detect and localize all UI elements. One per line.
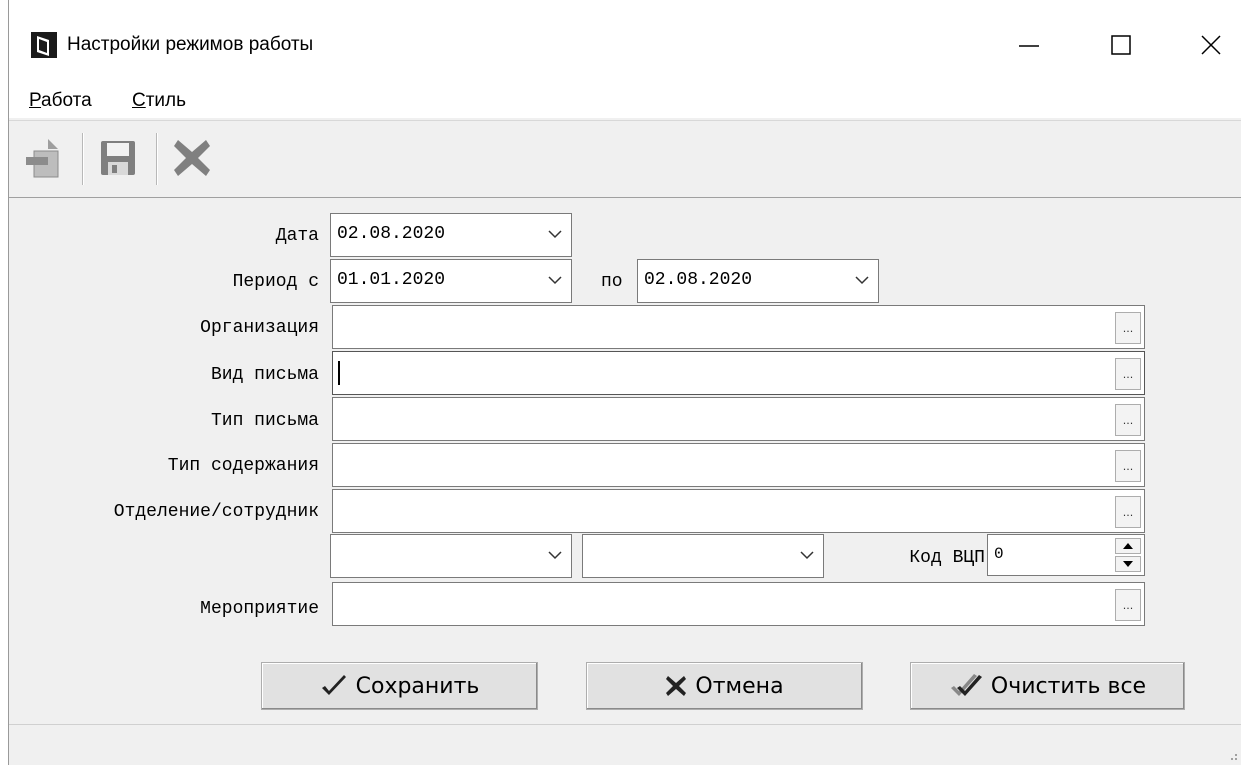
chevron-down-icon [548, 551, 562, 560]
organization-browse-button[interactable]: ... [1115, 312, 1141, 344]
letter-kind-field[interactable]: ... [332, 351, 1145, 395]
spin-down-button[interactable] [1115, 556, 1141, 572]
date-label: Дата [275, 226, 319, 246]
menu-work-label: абота [41, 90, 92, 111]
letter-type-browse-button[interactable]: ... [1115, 404, 1141, 436]
window-title: Настройки режимов работы [67, 34, 314, 55]
chevron-down-icon [548, 230, 562, 239]
menu-bar: Работа Стиль [9, 84, 1241, 118]
period-to-label: по [601, 272, 623, 292]
clear-all-button[interactable]: Очистить все [910, 662, 1185, 710]
triangle-down-icon [1123, 561, 1133, 567]
save-button[interactable]: Сохранить [261, 662, 538, 710]
spin-up-button[interactable] [1115, 538, 1141, 554]
period-from-label: Период с [232, 272, 319, 292]
event-label: Мероприятие [200, 599, 319, 619]
delete-icon [174, 140, 210, 176]
save-toolbar-button[interactable] [93, 133, 143, 183]
new-record-button[interactable] [19, 133, 69, 183]
department-field[interactable]: ... [332, 489, 1145, 533]
content-type-browse-button[interactable]: ... [1115, 450, 1141, 482]
status-bar [9, 724, 1241, 765]
letter-type-field[interactable]: ... [332, 397, 1145, 441]
department-browse-button[interactable]: ... [1115, 496, 1141, 528]
text-caret [338, 361, 340, 385]
vcp-label: Код ВЦП [909, 548, 985, 568]
period-from-combo[interactable]: 01.01.2020 [330, 259, 572, 303]
toolbar-separator [156, 133, 158, 185]
cross-icon [666, 676, 687, 696]
content-type-field[interactable]: ... [332, 443, 1145, 487]
chevron-down-icon [800, 551, 814, 560]
chevron-down-icon [855, 276, 869, 285]
settings-window: Настройки режимов работы Работа Стиль Да… [8, 0, 1241, 765]
close-button[interactable] [1181, 22, 1241, 68]
double-checkmark-icon [950, 674, 982, 696]
clear-all-button-label: Очистить все [990, 673, 1147, 699]
new-record-icon [26, 139, 59, 178]
event-browse-button[interactable]: ... [1115, 589, 1141, 621]
department-label: Отделение/сотрудник [113, 502, 319, 522]
chevron-down-icon [548, 276, 562, 285]
cancel-button-label: Отмена [695, 673, 784, 699]
filter-combo-1[interactable] [330, 534, 572, 578]
date-combo[interactable]: 02.08.2020 [330, 213, 572, 257]
menu-work-accel: Р [29, 90, 42, 111]
delete-toolbar-button[interactable] [167, 133, 217, 183]
maximize-icon [1111, 35, 1131, 55]
close-icon [1201, 35, 1221, 55]
minimize-button[interactable] [999, 22, 1059, 68]
letter-kind-browse-button[interactable]: ... [1115, 358, 1141, 390]
save-icon [101, 141, 135, 175]
period-from-value: 01.01.2020 [337, 270, 446, 290]
toolbar [9, 120, 1241, 198]
period-to-combo[interactable]: 02.08.2020 [637, 259, 879, 303]
vcp-spinner[interactable]: 0 [987, 534, 1145, 576]
filter-combo-2[interactable] [582, 534, 824, 578]
event-field[interactable]: ... [332, 582, 1145, 626]
organization-label: Организация [200, 318, 319, 338]
letter-type-label: Тип письма [210, 411, 319, 431]
app-icon [31, 32, 57, 58]
triangle-up-icon [1123, 543, 1133, 549]
vcp-value: 0 [994, 545, 1004, 563]
letter-kind-label: Вид письма [210, 365, 319, 385]
menu-style-accel: С [132, 90, 146, 111]
organization-field[interactable]: ... [332, 305, 1145, 349]
minimize-icon [1019, 45, 1039, 47]
resize-grip-icon[interactable] [1226, 749, 1238, 761]
title-bar: Настройки режимов работы [9, 0, 1241, 84]
checkmark-icon [321, 675, 346, 695]
content-type-label: Тип содержания [167, 456, 319, 476]
toolbar-separator [82, 133, 84, 185]
save-button-label: Сохранить [355, 673, 480, 699]
menu-style[interactable]: Стиль [132, 88, 186, 114]
date-value: 02.08.2020 [337, 224, 446, 244]
maximize-button[interactable] [1091, 22, 1151, 68]
period-to-value: 02.08.2020 [644, 270, 753, 290]
menu-work[interactable]: Работа [29, 88, 92, 114]
menu-style-label: тиль [145, 90, 187, 111]
cancel-button[interactable]: Отмена [586, 662, 863, 710]
